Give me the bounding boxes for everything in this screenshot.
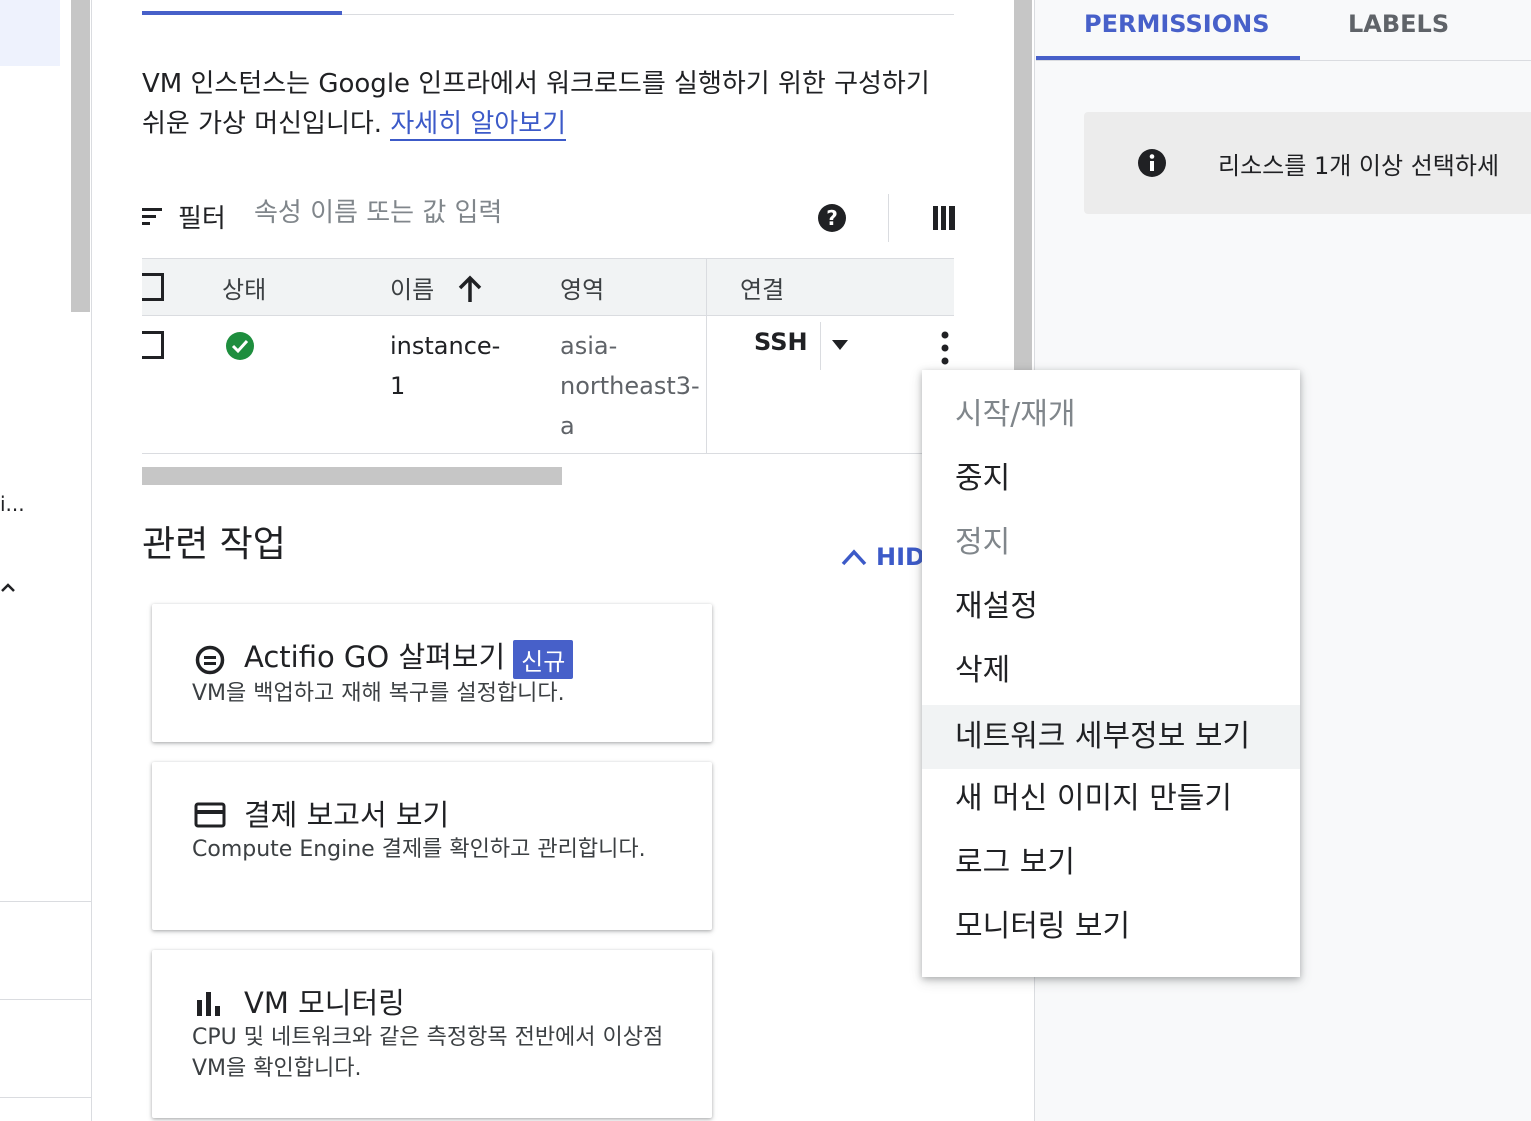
ssh-divider [820,322,821,370]
bar-chart-icon [197,992,220,1016]
main-vertical-scrollbar[interactable] [1014,0,1032,372]
left-divider [0,999,92,1000]
caret-down-icon[interactable] [830,338,850,352]
tab-labels[interactable]: LABELS [1348,10,1449,38]
menu-item-delete[interactable]: 삭제 [922,639,1300,703]
sort-ascending-icon[interactable] [456,274,484,304]
card-billing[interactable]: 결제 보고서 보기 Compute Engine 결제를 확인하고 관리합니다. [152,762,712,930]
learn-more-link[interactable]: 자세히 알아보기 [390,109,567,141]
left-nav-selected-item[interactable] [0,0,60,66]
card-title: 결제 보고서 보기 [244,798,450,832]
header-status[interactable]: 상태 [222,270,266,305]
hide-button[interactable]: HID [840,543,925,571]
svg-text:?: ? [826,206,838,230]
menu-item-view-logs[interactable]: 로그 보기 [922,831,1300,895]
new-badge: 신규 [513,639,574,679]
left-divider [0,901,92,902]
columns-icon[interactable] [932,205,956,231]
header-zone[interactable]: 영역 [560,270,604,305]
card-title: Actifio GO 살펴보기 [244,640,506,674]
header-connect: 연결 [740,276,785,304]
left-truncated-item[interactable]: i... [0,492,25,516]
info-icon [1138,149,1166,177]
select-all-checkbox[interactable] [142,273,164,301]
card-description: Compute Engine 결제를 확인하고 관리합니다. [192,837,646,862]
instance-zone: asia- northeast3- a [560,326,700,446]
toolbar-divider [888,194,889,242]
menu-item-start-resume[interactable]: 시작/재개 [922,383,1300,447]
table-horizontal-scrollbar[interactable] [142,467,562,485]
filter-icon[interactable] [142,206,164,228]
filter-input[interactable] [254,198,774,228]
card-description: CPU 및 네트워크와 같은 측정항목 전반에서 이상점 VM을 확인합니다. [192,1025,664,1081]
related-actions-title: 관련 작업 [142,524,286,565]
zone-line: asia- [560,332,618,360]
menu-item-suspend[interactable]: 정지 [922,511,1300,575]
tab-permissions[interactable]: PERMISSIONS [1084,10,1269,38]
status-running-icon [226,332,254,360]
column-divider [706,258,707,454]
tab-divider [1036,60,1531,61]
actifio-icon [195,645,225,675]
zone-line: northeast3- [560,372,700,400]
info-message: 리소스를 1개 이상 선택하세 [1218,152,1500,180]
credit-card-icon [194,802,226,828]
card-description: VM을 백업하고 재해 복구를 설정합니다. [192,681,565,706]
menu-item-view-monitoring[interactable]: 모니터링 보기 [922,895,1300,959]
menu-item-reset[interactable]: 재설정 [922,575,1300,639]
card-monitoring[interactable]: VM 모니터링 CPU 및 네트워크와 같은 측정항목 전반에서 이상점 VM을… [152,950,712,1118]
menu-item-network-details[interactable]: 네트워크 세부정보 보기 [922,705,1300,769]
chevron-up-icon [841,549,867,566]
menu-item-stop[interactable]: 중지 [922,447,1300,511]
instance-name-line: instance- [390,332,501,360]
card-actifio[interactable]: Actifio GO 살펴보기 신규 VM을 백업하고 재해 복구를 설정합니다. [152,604,712,742]
row-checkbox[interactable] [142,331,164,359]
instance-actions-menu: 시작/재개 중지 정지 재설정 삭제 네트워크 세부정보 보기 새 머신 이미지… [922,370,1300,977]
instance-name-link[interactable]: instance- 1 [390,326,500,406]
instance-name-line: 1 [390,372,406,400]
ssh-button[interactable]: SSH [754,328,808,356]
more-vert-icon[interactable] [937,329,953,367]
help-icon[interactable]: ? [817,203,847,233]
chevron-up-icon[interactable] [0,578,20,598]
hide-label: HID [876,543,925,571]
zone-line: a [560,412,575,440]
left-scrollbar[interactable] [71,0,90,312]
menu-item-create-machine-image[interactable]: 새 머신 이미지 만들기 [922,767,1300,831]
left-divider [0,1097,92,1098]
table-row[interactable] [142,316,954,454]
card-title: VM 모니터링 [244,986,405,1020]
main-tab-indicator [142,11,342,15]
filter-label: 필터 [178,204,226,234]
vm-description: VM 인스턴스는 Google 인프라에서 워크로드를 실행하기 위한 구성하기… [142,64,954,144]
header-name[interactable]: 이름 [390,270,434,305]
